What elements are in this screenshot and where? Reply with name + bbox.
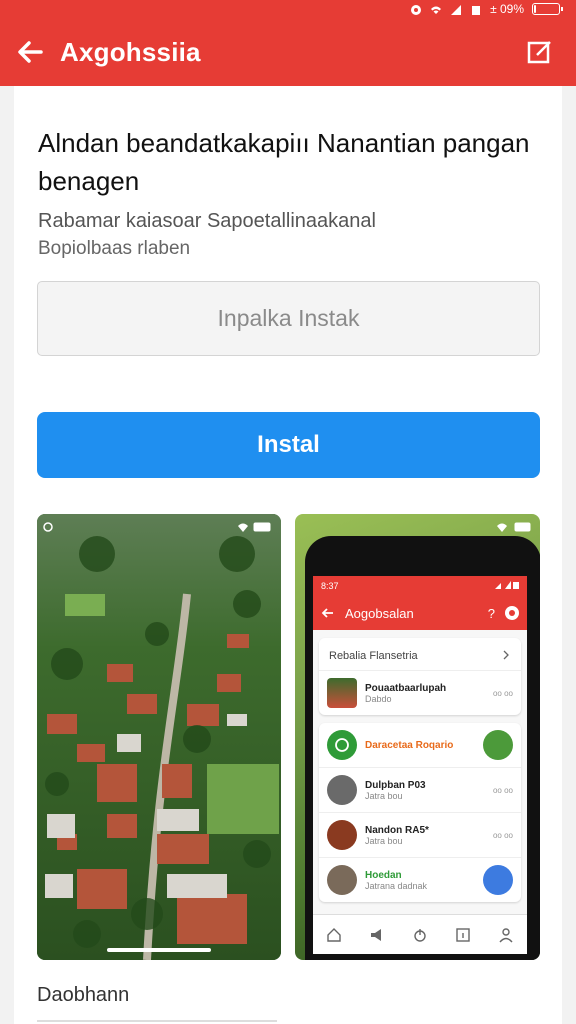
home-icon — [327, 927, 342, 942]
list-item-subtitle: Dabdo — [365, 693, 392, 704]
arrow-left-icon — [18, 41, 43, 63]
sim-icon — [470, 4, 482, 15]
divider — [37, 1020, 277, 1022]
list-item-meta: oo oo — [492, 785, 513, 795]
list-item-subtitle: Jatra bou — [365, 790, 403, 801]
subtitle: Rabamar kaiasoar Sapoetallinaakanal — [38, 210, 376, 232]
info-icon — [456, 927, 470, 942]
edit-button[interactable] — [526, 38, 554, 66]
section-label: Daobhann — [37, 984, 130, 1006]
signal-icon — [450, 4, 462, 15]
preview-card-list: Daracetaa Roqario Dulpban P03 Jatra bou … — [319, 723, 521, 902]
battery-icon — [532, 3, 563, 15]
power-icon — [414, 928, 426, 942]
list-item-title: Pouaatbaarlupah — [365, 682, 447, 694]
profile-icon — [499, 927, 513, 942]
preview-card-title: Rebalia Flansetria — [329, 650, 418, 662]
avatar-icon — [505, 606, 519, 620]
preview-app-bar: Aogobsalan ? — [313, 596, 527, 630]
app-bar: Axgohssiia — [0, 18, 576, 86]
preview-card-top: Rebalia Flansetria Pouaatbaarlupah Dabdo… — [319, 638, 521, 715]
wifi-icon — [430, 4, 442, 15]
edit-icon — [527, 41, 551, 64]
list-item: Daracetaa Roqario — [319, 723, 521, 767]
back-button[interactable] — [0, 18, 60, 86]
main-card: Alndan beandatkakapiıı Nanantian pangan … — [14, 86, 562, 1024]
phone-frame: 8:37 Aogobsalan ? Rebalia Flansetria Pou… — [305, 536, 540, 960]
chevron-right-icon — [503, 650, 509, 660]
list-item-meta: oo oo — [492, 830, 513, 840]
avatar — [483, 730, 513, 760]
battery-icon — [514, 522, 531, 532]
list-item: Dulpban P03 Jatra bou oo oo — [319, 767, 521, 812]
headline: Alndan beandatkakapiıı Nanantian pangan … — [38, 128, 530, 196]
list-item-title: Daracetaa Roqario — [365, 739, 454, 751]
preview-status-bar: 8:37 — [313, 576, 527, 596]
help-icon: ? — [487, 605, 495, 621]
arrow-left-icon — [321, 608, 333, 618]
list-item-meta: oo oo — [492, 688, 513, 698]
screenshot-status-bar — [43, 520, 273, 534]
status-bar: ± 09% — [0, 0, 576, 18]
aerial-village-image — [37, 514, 281, 960]
input-placeholder: Inpalka Instak — [217, 305, 360, 331]
battery-text: ± 09% — [490, 2, 524, 16]
thumbnail — [327, 678, 357, 708]
aerial-village-screenshot[interactable] — [37, 514, 281, 960]
phone-screen: 8:37 Aogobsalan ? Rebalia Flansetria Pou… — [313, 576, 527, 954]
app-preview-screenshot[interactable]: 8:37 Aogobsalan ? Rebalia Flansetria Pou… — [295, 514, 540, 960]
list-item-subtitle: Jatrana dadnak — [365, 880, 428, 891]
wifi-icon — [497, 523, 507, 532]
list-item-title: Hoedan — [365, 869, 402, 881]
list-item: Nandon RA5* Jatra bou oo oo — [319, 812, 521, 857]
list-item-title: Dulpban P03 — [365, 779, 426, 791]
alarm-icon — [410, 4, 422, 15]
preview-card-header: Rebalia Flansetria — [319, 638, 521, 670]
wifi-icon — [238, 523, 248, 532]
avatar — [327, 820, 357, 850]
subtitle-secondary: Bopiolbaas rlaben — [38, 238, 191, 259]
megaphone-icon — [371, 928, 382, 941]
list-item-title: Nandon RA5* — [365, 824, 429, 836]
preview-signal-icon — [495, 581, 519, 591]
alarm-icon — [43, 522, 53, 532]
preview-time: 8:37 — [321, 581, 339, 591]
app-title: Axgohssiia — [60, 36, 201, 67]
home-indicator — [107, 948, 211, 952]
instak-input[interactable]: Inpalka Instak — [37, 281, 540, 356]
battery-icon — [253, 522, 271, 532]
preview-app-title: Aogobsalan — [345, 605, 414, 621]
list-item-subtitle: Jatra bou — [365, 835, 403, 846]
avatar — [483, 865, 513, 895]
list-item: Hoedan Jatrana dadnak — [319, 857, 521, 902]
chat-icon — [327, 730, 357, 760]
avatar — [327, 865, 357, 895]
list-item: Pouaatbaarlupah Dabdo oo oo — [319, 670, 521, 715]
install-button[interactable]: Instal — [37, 412, 540, 478]
preview-bottom-nav — [313, 914, 527, 954]
avatar — [327, 775, 357, 805]
